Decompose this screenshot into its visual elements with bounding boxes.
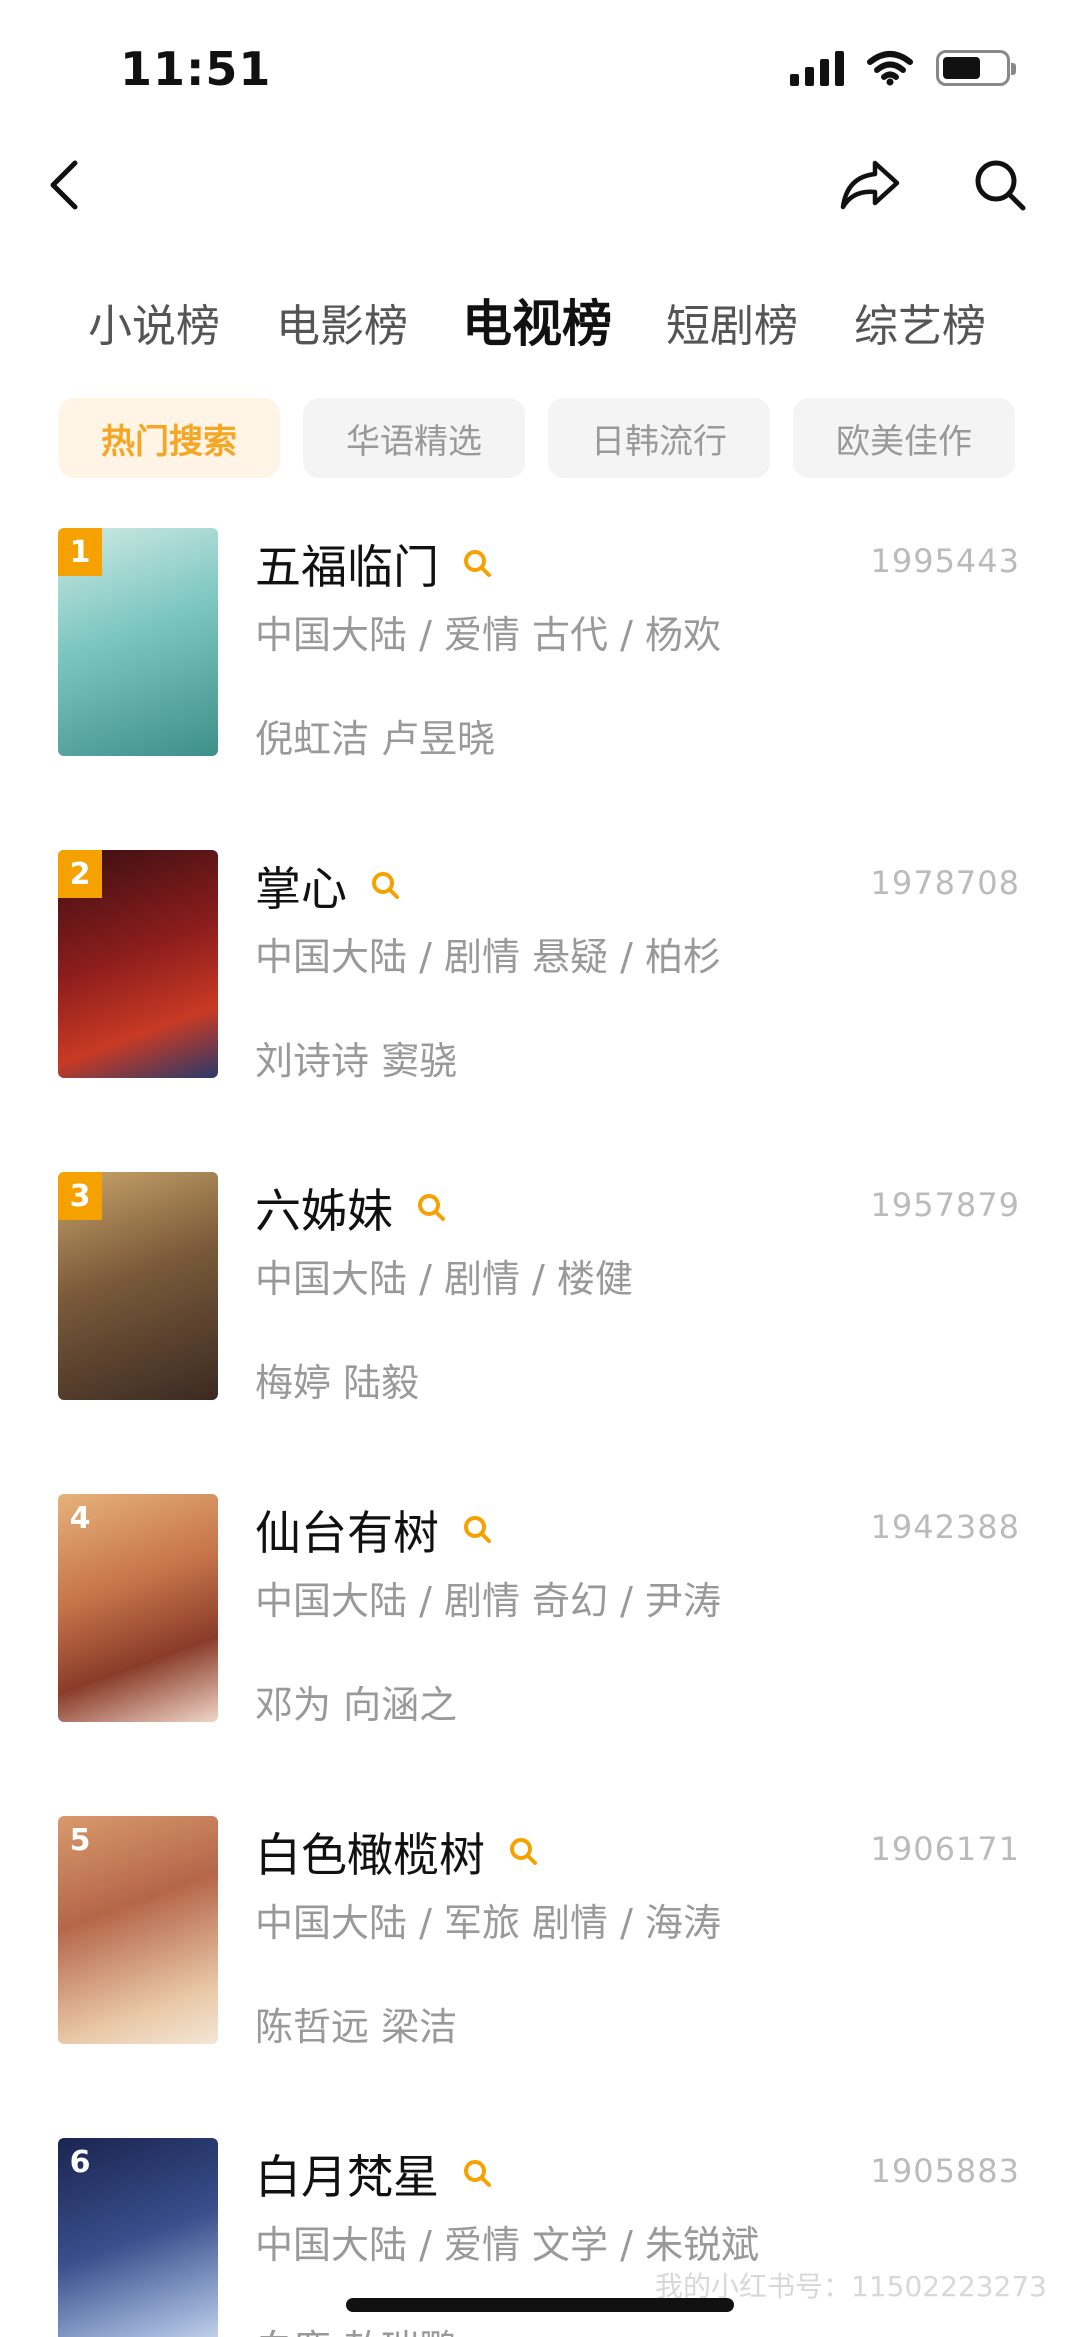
item-title: 掌心 — [255, 853, 403, 919]
list-item[interactable]: 3 六姊妹 1957879 中国大陆 / 剧情 / 楼健 梅婷 陆毅 — [0, 1172, 1080, 1405]
search-count: 1906171 — [870, 1830, 1020, 1868]
item-cast: 白鹿 敖瑞鹏 — [255, 2318, 457, 2337]
item-cast: 陈哲远 梁洁 — [255, 2005, 458, 2049]
chevron-left-icon — [50, 160, 78, 210]
rank-badge: 6 — [69, 2144, 91, 2180]
search-icon[interactable] — [461, 1513, 495, 1547]
item-cast: 倪虹洁 卢昱晓 — [255, 717, 496, 761]
title-text: 白色橄榄树 — [255, 1828, 485, 1882]
title-text: 六姊妹 — [255, 1184, 393, 1238]
filter-western[interactable]: 欧美佳作 — [793, 398, 1015, 478]
list-item[interactable]: 4 仙台有树 1942388 中国大陆 / 剧情 奇幻 / 尹涛 邓为 向涵之 — [0, 1494, 1080, 1727]
list-item[interactable]: 5 白色橄榄树 1906171 中国大陆 / 军旅 剧情 / 海涛 陈哲远 梁洁 — [0, 1816, 1080, 2049]
item-cast: 梅婷 陆毅 — [255, 1361, 420, 1405]
home-indicator[interactable] — [346, 2298, 734, 2312]
item-title: 六姊妹 — [255, 1175, 449, 1241]
filter-chinese[interactable]: 华语精选 — [303, 398, 525, 478]
battery-icon — [936, 50, 1016, 86]
search-button[interactable] — [965, 150, 1035, 220]
status-bar: 11:51 — [0, 0, 1080, 130]
tab-variety[interactable]: 综艺榜 — [854, 290, 986, 354]
item-meta: 中国大陆 / 剧情 / 楼健 — [255, 1257, 633, 1301]
status-time: 11:51 — [120, 42, 272, 96]
search-count: 1995443 — [870, 542, 1020, 580]
rank-badge: 5 — [69, 1822, 91, 1858]
back-button[interactable] — [30, 150, 100, 220]
share-button[interactable] — [835, 150, 905, 220]
title-text: 仙台有树 — [255, 1506, 439, 1560]
item-meta: 中国大陆 / 爱情 古代 / 杨欢 — [255, 613, 722, 657]
item-cast: 邓为 向涵之 — [255, 1683, 458, 1727]
poster-image: 3 — [58, 1172, 218, 1400]
cellular-signal-icon — [790, 50, 844, 86]
search-icon[interactable] — [507, 1835, 541, 1869]
rank-badge: 3 — [58, 1172, 102, 1220]
share-icon — [840, 160, 900, 210]
search-icon[interactable] — [461, 2157, 495, 2191]
item-title: 五福临门 — [255, 531, 495, 597]
item-cast: 刘诗诗 窦骁 — [255, 1039, 458, 1083]
item-title: 白色橄榄树 — [255, 1819, 541, 1885]
search-icon — [975, 160, 1026, 211]
filter-japan-korea[interactable]: 日韩流行 — [548, 398, 770, 478]
item-meta: 中国大陆 / 爱情 文学 / 朱锐斌 — [255, 2223, 760, 2267]
wifi-icon — [867, 51, 913, 86]
tab-movies[interactable]: 电影榜 — [276, 290, 408, 354]
item-meta: 中国大陆 / 剧情 奇幻 / 尹涛 — [255, 1579, 722, 1623]
item-title: 白月梵星 — [255, 2141, 495, 2207]
search-count: 1942388 — [870, 1508, 1020, 1546]
tab-short-drama[interactable]: 短剧榜 — [666, 290, 798, 354]
category-tabs: 小说榜 电影榜 电视榜 短剧榜 综艺榜 — [0, 290, 1080, 365]
filter-hot-search[interactable]: 热门搜索 — [58, 398, 280, 478]
list-item[interactable]: 1 五福临门 1995443 中国大陆 / 爱情 古代 / 杨欢 倪虹洁 卢昱晓 — [0, 528, 1080, 761]
list-item[interactable]: 2 掌心 1978708 中国大陆 / 剧情 悬疑 / 柏杉 刘诗诗 窦骁 — [0, 850, 1080, 1083]
rank-badge: 2 — [58, 850, 102, 898]
poster-image: 1 — [58, 528, 218, 756]
tab-novels[interactable]: 小说榜 — [88, 290, 220, 354]
search-icon[interactable] — [461, 547, 495, 581]
title-text: 白月梵星 — [255, 2150, 439, 2204]
poster-image: 5 — [58, 1816, 218, 2044]
rank-badge: 1 — [58, 528, 102, 576]
search-icon[interactable] — [369, 869, 403, 903]
poster-image: 6 — [58, 2138, 218, 2337]
item-meta: 中国大陆 / 剧情 悬疑 / 柏杉 — [255, 935, 722, 979]
filter-chips: 热门搜索 华语精选 日韩流行 欧美佳作 — [0, 398, 1080, 478]
search-count: 1905883 — [870, 2152, 1020, 2190]
title-text: 掌心 — [255, 862, 347, 916]
search-count: 1957879 — [870, 1186, 1020, 1224]
title-text: 五福临门 — [255, 540, 439, 594]
status-icons — [790, 50, 1016, 86]
rank-badge: 4 — [69, 1500, 91, 1536]
tab-tv[interactable]: 电视榜 — [462, 284, 612, 356]
nav-bar — [0, 130, 1080, 230]
item-meta: 中国大陆 / 军旅 剧情 / 海涛 — [255, 1901, 722, 1945]
search-icon[interactable] — [415, 1191, 449, 1225]
poster-image: 4 — [58, 1494, 218, 1722]
search-count: 1978708 — [870, 864, 1020, 902]
item-title: 仙台有树 — [255, 1497, 495, 1563]
poster-image: 2 — [58, 850, 218, 1078]
